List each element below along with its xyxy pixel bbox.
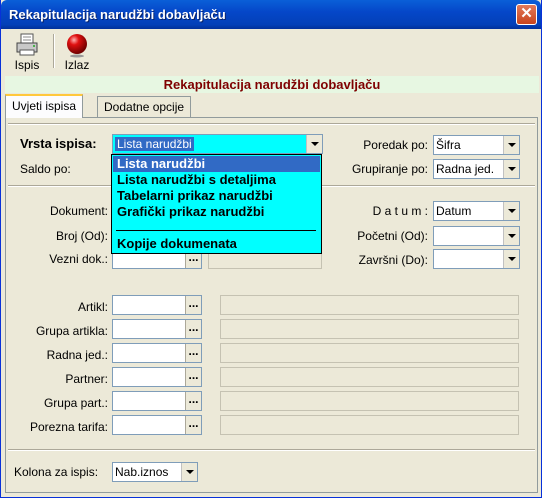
close-button[interactable]: ✕ <box>516 4 537 25</box>
porezna-tarifa-display <box>220 415 519 435</box>
pocetni-label: Početni (Od): <box>357 229 428 243</box>
divider <box>8 123 535 125</box>
chevron-down-icon[interactable] <box>503 160 519 178</box>
chevron-down-icon[interactable] <box>503 227 519 245</box>
lookup-button[interactable]: ... <box>185 368 201 386</box>
title-bar: Rekapitulacija narudžbi dobavljaču ✕ <box>1 0 541 29</box>
poredak-select[interactable]: Šifra <box>433 135 520 155</box>
grupa-part-label: Grupa part.: <box>43 396 108 410</box>
dokument-label: Dokument: <box>49 204 108 218</box>
radna-jed-label: Radna jed.: <box>46 348 108 362</box>
zavrsni-datum-select[interactable] <box>433 249 520 269</box>
tab-uvjeti-ispisa[interactable]: Uvjeti ispisa <box>5 94 84 118</box>
grupa-part-field[interactable]: ... <box>112 391 202 411</box>
toolbar: Ispis Izlaz <box>5 31 539 73</box>
poredak-label: Poredak po: <box>363 138 428 152</box>
broj-label: Broj (Od): <box>55 229 108 243</box>
lookup-button[interactable]: ... <box>185 296 201 314</box>
kolona-label: Kolona za ispis: <box>14 465 99 479</box>
dropdown-option[interactable]: Lista narudžbi s detaljima <box>113 172 320 188</box>
pocetni-datum-select[interactable] <box>433 226 520 246</box>
chevron-down-icon[interactable] <box>181 463 197 481</box>
datum-select[interactable]: Datum <box>433 201 520 221</box>
artikl-field[interactable]: ... <box>112 295 202 315</box>
artikl-display <box>220 295 519 315</box>
radna-jed-field[interactable]: ... <box>112 343 202 363</box>
dropdown-option[interactable]: Lista narudžbi <box>113 156 320 172</box>
partner-display <box>220 367 519 387</box>
grupa-artikla-display <box>220 319 519 339</box>
exit-button[interactable]: Izlaz <box>59 31 95 72</box>
toolbar-separator <box>53 34 55 68</box>
vrsta-ispisa-dropdown-list: Lista narudžbi Lista narudžbi s detaljim… <box>111 154 322 254</box>
lookup-button[interactable]: ... <box>185 392 201 410</box>
divider <box>8 449 535 451</box>
main-window: Rekapitulacija narudžbi dobavljaču ✕ Isp… <box>0 0 542 498</box>
datum-value: Datum <box>436 204 472 218</box>
print-label: Ispis <box>14 58 40 72</box>
chevron-down-icon[interactable] <box>306 135 322 153</box>
kolona-select[interactable]: Nab.iznos <box>112 462 198 482</box>
grupiranje-value: Radna jed. <box>436 162 495 176</box>
vrsta-ispisa-value: Lista narudžbi <box>115 137 194 151</box>
grupa-artikla-field[interactable]: ... <box>112 319 202 339</box>
vrsta-ispisa-label: Vrsta ispisa: <box>20 136 97 151</box>
artikl-label: Artikl: <box>78 300 108 314</box>
kolona-value: Nab.iznos <box>115 465 169 479</box>
partner-label: Partner: <box>65 372 108 386</box>
partner-field[interactable]: ... <box>112 367 202 387</box>
datum-label: D a t u m : <box>372 204 428 218</box>
print-button[interactable]: Ispis <box>9 31 45 72</box>
dropdown-option[interactable]: Tabelarni prikaz narudžbi <box>113 188 320 204</box>
chevron-down-icon[interactable] <box>503 202 519 220</box>
dropdown-option[interactable]: Grafički prikaz narudžbi <box>113 204 320 220</box>
tab-dodatne-opcije[interactable]: Dodatne opcije <box>97 96 192 118</box>
lookup-button[interactable]: ... <box>185 344 201 362</box>
grupa-artikla-label: Grupa artikla: <box>35 324 108 338</box>
vezni-dok-label: Vezni dok.: <box>49 252 108 266</box>
poredak-value: Šifra <box>436 138 461 152</box>
lookup-button[interactable]: ... <box>185 416 201 434</box>
report-banner: Rekapitulacija narudžbi dobavljaču <box>5 76 539 93</box>
grupiranje-label: Grupiranje po: <box>351 162 428 176</box>
porezna-tarifa-field[interactable]: ... <box>112 415 202 435</box>
dropdown-option[interactable]: Kopije dokumenata <box>113 236 320 252</box>
exit-ball-icon <box>67 34 87 58</box>
porezna-tarifa-label: Porezna tarifa: <box>29 420 108 434</box>
zavrsni-label: Završni (Do): <box>358 253 428 267</box>
chevron-down-icon[interactable] <box>503 136 519 154</box>
exit-label: Izlaz <box>64 58 90 72</box>
window-title: Rekapitulacija narudžbi dobavljaču <box>9 7 226 22</box>
printer-icon <box>16 33 38 56</box>
vrsta-ispisa-select[interactable]: Lista narudžbi <box>112 134 323 154</box>
dropdown-separator <box>116 230 316 231</box>
grupiranje-select[interactable]: Radna jed. <box>433 159 520 179</box>
saldo-label: Saldo po: <box>20 162 71 176</box>
radna-jed-display <box>220 343 519 363</box>
grupa-part-display <box>220 391 519 411</box>
chevron-down-icon[interactable] <box>503 250 519 268</box>
lookup-button[interactable]: ... <box>185 320 201 338</box>
